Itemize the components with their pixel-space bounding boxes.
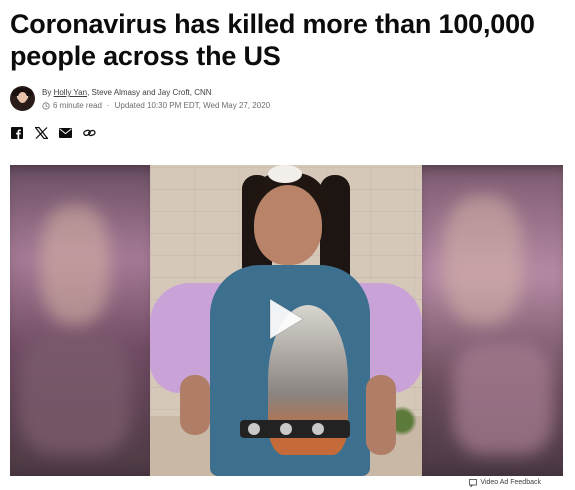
email-icon[interactable] — [58, 126, 72, 140]
video-blur-right — [413, 165, 563, 476]
share-bar — [10, 126, 96, 140]
clock-icon — [42, 102, 50, 110]
article-headline: Coronavirus has killed more than 100,000… — [10, 9, 535, 71]
updated-timestamp: Updated 10:30 PM EDT, Wed May 27, 2020 — [114, 101, 271, 110]
article-meta: 6 minute read · Updated 10:30 PM EDT, We… — [42, 101, 270, 111]
meta-separator: · — [106, 101, 110, 110]
read-time: 6 minute read — [53, 101, 102, 110]
link-icon[interactable] — [82, 126, 96, 140]
author-link-holly-yan[interactable]: Holly Yan — [54, 88, 88, 97]
facebook-icon[interactable] — [10, 126, 24, 140]
ad-feedback-label: Video Ad Feedback — [480, 479, 541, 486]
video-blur-left — [10, 165, 160, 476]
video-ad-feedback[interactable]: Video Ad Feedback — [469, 478, 541, 487]
video-player[interactable] — [10, 165, 563, 476]
x-icon[interactable] — [34, 126, 48, 140]
feedback-icon — [469, 478, 478, 487]
byline: By Holly Yan, Steve Almasy and Jay Croft… — [10, 86, 410, 114]
byline-prefix: By — [42, 88, 54, 97]
byline-authors: By Holly Yan, Steve Almasy and Jay Croft… — [42, 88, 212, 98]
play-icon[interactable] — [266, 296, 306, 342]
byline-other-authors: , Steve Almasy and Jay Croft, CNN — [87, 88, 212, 97]
author-avatar[interactable] — [10, 86, 35, 111]
